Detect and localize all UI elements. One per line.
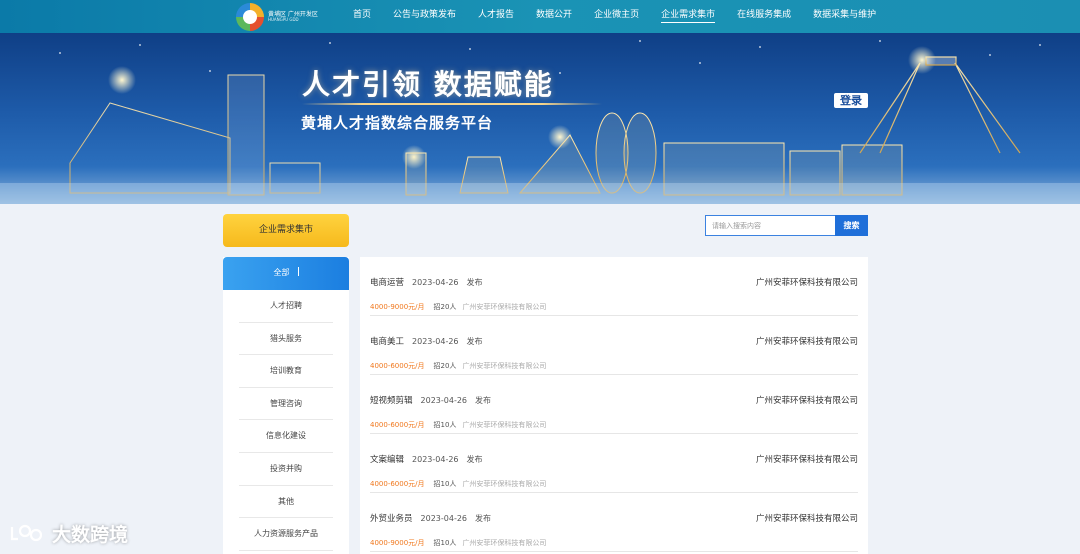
sidebar-item-7[interactable]: 其他 — [239, 486, 333, 519]
job-heading: 外贸业务员 2023-04-26 发布 — [370, 512, 499, 524]
job-date: 2023-04-26 — [420, 396, 468, 405]
nav-item-0[interactable]: 首页 — [342, 0, 382, 33]
job-headcount: 招20人 — [433, 362, 457, 370]
sidebar-item-label: 信息化建设 — [266, 431, 306, 441]
job-company[interactable]: 广州安菲环保科技有限公司 — [756, 512, 858, 524]
job-company-sub: 广州安菲环保科技有限公司 — [462, 421, 547, 429]
login-button[interactable]: 登录 — [834, 93, 868, 108]
job-title[interactable]: 电商运营 — [370, 278, 404, 288]
sidebar-item-label: 全部 — [273, 268, 290, 277]
job-title[interactable]: 短视频剪辑 — [370, 396, 413, 406]
job-heading: 电商运营 2023-04-26 发布 — [370, 276, 491, 288]
sidebar-item-5[interactable]: 信息化建设 — [239, 420, 333, 453]
job-salary: 4000-9000元/月 — [370, 539, 425, 547]
job-date: 2023-04-26 — [420, 514, 468, 523]
search-bar: 搜索 — [705, 215, 868, 236]
search-button[interactable]: 搜索 — [835, 215, 868, 236]
job-company[interactable]: 广州安菲环保科技有限公司 — [756, 276, 858, 288]
sidebar-item-2[interactable]: 猎头服务 — [239, 323, 333, 356]
sidebar-item-6[interactable]: 投资并购 — [239, 453, 333, 486]
job-company[interactable]: 广州安菲环保科技有限公司 — [756, 394, 858, 406]
watermark-text: 大数跨境 — [52, 523, 129, 546]
job-salary: 4000-9000元/月 — [370, 303, 425, 311]
job-title[interactable]: 文案编辑 — [370, 455, 404, 465]
job-salary: 4000-6000元/月 — [370, 421, 425, 429]
nav-item-6[interactable]: 在线服务集成 — [726, 0, 802, 33]
job-status: 发布 — [475, 396, 492, 405]
job-company-sub: 广州安菲环保科技有限公司 — [462, 362, 547, 370]
nav-item-2[interactable]: 人才报告 — [467, 0, 525, 33]
job-row[interactable]: 电商运营 2023-04-26 发布 广州安菲环保科技有限公司 4000-9000元/月… — [370, 257, 858, 316]
job-row[interactable]: 文案编辑 2023-04-26 发布 广州安菲环保科技有限公司 4000-6000元/月… — [370, 434, 858, 493]
sidebar-item-1[interactable]: 人才招聘 — [239, 290, 333, 323]
nav-item-7[interactable]: 数据采集与维护 — [802, 0, 887, 33]
job-date: 2023-04-26 — [412, 337, 459, 346]
job-company[interactable]: 广州安菲环保科技有限公司 — [756, 335, 858, 347]
city-skyline-illustration — [0, 40, 1080, 204]
job-title[interactable]: 电商美工 — [370, 337, 404, 347]
sidebar-item-4[interactable]: 管理咨询 — [239, 388, 333, 421]
category-sidebar: 全部人才招聘猎头服务培训教育管理咨询信息化建设投资并购其他人力资源服务产品 — [223, 257, 349, 554]
job-headcount: 招10人 — [433, 480, 457, 488]
job-list: 电商运营 2023-04-26 发布 广州安菲环保科技有限公司 4000-9000元/月… — [360, 257, 868, 554]
job-meta: 4000-9000元/月 招10人 广州安菲环保科技有限公司 — [370, 538, 546, 548]
main-nav: 首页 公告与政策发布 人才报告 数据公开 企业微主页 企业需求集市 在线服务集成 数据采集与维… — [342, 0, 887, 33]
job-heading: 文案编辑 2023-04-26 发布 — [370, 453, 491, 465]
logo-line2: HUANGPU GDD — [268, 17, 299, 23]
top-navigation-bar: 黄埔区 广州开发区 HUANGPU GDD 首页 公告与政策发布 人才报告 数据公开企… — [0, 0, 1080, 33]
watermark: 大数跨境 — [8, 521, 129, 546]
market-title-button[interactable]: 企业需求集市 — [223, 214, 349, 247]
banner-title: 人才引领 数据赋能 — [302, 68, 554, 101]
nav-item-1[interactable]: 公告与政策发布 — [382, 0, 467, 33]
job-heading: 短视频剪辑 2023-04-26 发布 — [370, 394, 499, 406]
job-status: 发布 — [466, 278, 483, 287]
nav-item-5[interactable]: 企业需求集市 — [650, 0, 726, 33]
job-row[interactable]: 短视频剪辑 2023-04-26 发布 广州安菲环保科技有限公司 4000-6000元/… — [370, 375, 858, 434]
sidebar-item-label: 培训教育 — [270, 366, 302, 376]
job-company-sub: 广州安菲环保科技有限公司 — [462, 480, 547, 488]
job-status: 发布 — [466, 337, 483, 346]
nav-item-3[interactable]: 数据公开 — [525, 0, 583, 33]
sidebar-item-label: 人力资源服务产品 — [254, 529, 318, 539]
sidebar-item-label: 人才招聘 — [270, 301, 302, 310]
job-heading: 电商美工 2023-04-26 发布 — [370, 335, 491, 347]
logo-text: 黄埔区 广州开发区 HUANGPU GDD — [268, 11, 318, 23]
job-meta: 4000-6000元/月 招10人 广州安菲环保科技有限公司 — [370, 479, 546, 489]
sidebar-item-label: 猎头服务 — [270, 333, 302, 343]
job-title[interactable]: 外贸业务员 — [370, 514, 413, 524]
job-headcount: 招10人 — [433, 539, 457, 547]
sidebar-item-label: 其他 — [278, 496, 294, 506]
sidebar-item-label: 投资并购 — [270, 463, 302, 473]
sidebar-item-0[interactable]: 全部 — [223, 257, 349, 290]
job-meta: 4000-6000元/月 招10人 广州安菲环保科技有限公司 — [370, 420, 546, 430]
job-date: 2023-04-26 — [412, 278, 459, 287]
site-logo[interactable]: 黄埔区 广州开发区 HUANGPU GDD — [236, 3, 318, 31]
job-row[interactable]: 电商美工 2023-04-26 发布 广州安菲环保科技有限公司 4000-6000元/月… — [370, 316, 858, 375]
nav-item-4[interactable]: 企业微主页 — [583, 0, 650, 33]
job-date: 2023-04-26 — [412, 455, 459, 464]
banner-divider — [302, 103, 602, 105]
hero-banner: 人才引领 数据赋能 黄埔人才指数综合服务平台 登录 — [0, 33, 1080, 204]
job-company[interactable]: 广州安菲环保科技有限公司 — [756, 453, 858, 465]
banner-subtitle: 黄埔人才指数综合服务平台 — [301, 114, 494, 132]
job-status: 发布 — [466, 455, 483, 464]
active-indicator-icon — [297, 267, 299, 276]
job-status: 发布 — [475, 514, 492, 523]
sidebar-item-label: 管理咨询 — [270, 398, 302, 408]
logo-emblem-icon — [236, 3, 264, 31]
sidebar-item-3[interactable]: 培训教育 — [239, 355, 333, 388]
search-input[interactable] — [705, 215, 835, 236]
watermark-logo-icon — [10, 524, 43, 542]
job-row[interactable]: 外贸业务员 2023-04-26 发布 广州安菲环保科技有限公司 4000-9000元/… — [370, 493, 858, 552]
job-salary: 4000-6000元/月 — [370, 362, 425, 370]
job-company-sub: 广州安菲环保科技有限公司 — [462, 303, 547, 311]
sidebar-item-8[interactable]: 人力资源服务产品 — [239, 518, 333, 551]
job-meta: 4000-9000元/月 招20人 广州安菲环保科技有限公司 — [370, 302, 546, 312]
job-headcount: 招10人 — [433, 421, 457, 429]
job-headcount: 招20人 — [433, 303, 457, 311]
job-meta: 4000-6000元/月 招20人 广州安菲环保科技有限公司 — [370, 361, 546, 371]
job-salary: 4000-6000元/月 — [370, 480, 425, 488]
job-company-sub: 广州安菲环保科技有限公司 — [462, 539, 547, 547]
